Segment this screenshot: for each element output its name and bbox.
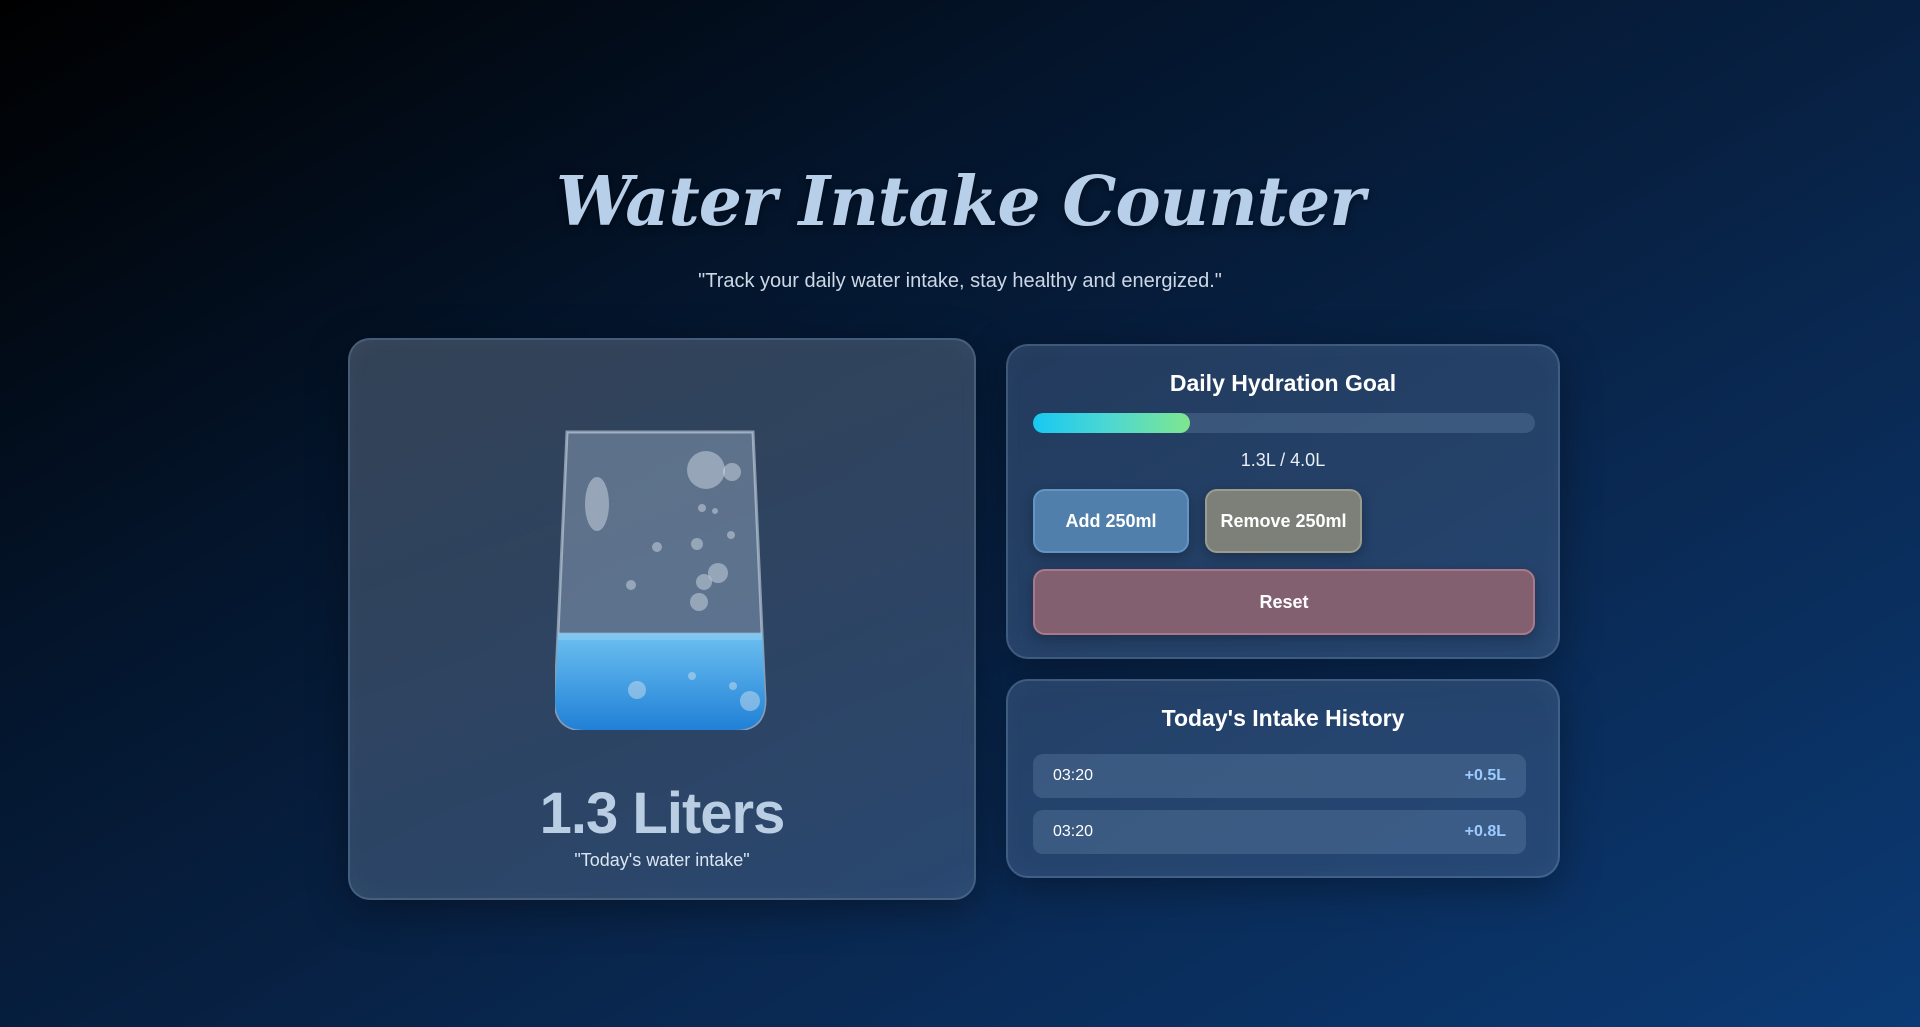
page-subtitle: "Track your daily water intake, stay hea… [698, 270, 1222, 292]
glass-panel: 1.3 Liters "Today's water intake" [348, 338, 976, 900]
add-250ml-button[interactable]: Add 250ml [1033, 489, 1189, 553]
goal-panel: Daily Hydration Goal 1.3L / 4.0L Add 250… [1006, 344, 1560, 659]
total-intake-caption: "Today's water intake" [574, 850, 750, 870]
water-glass-icon [555, 430, 775, 730]
history-title: Today's Intake History [1161, 705, 1405, 731]
total-intake-value: 1.3 Liters [539, 781, 786, 846]
history-panel: Today's Intake History 03:20 +0.5L 03:20… [1006, 679, 1560, 878]
remove-250ml-button[interactable]: Remove 250ml [1205, 489, 1362, 553]
history-amount: +0.5L [1464, 767, 1506, 784]
history-amount: +0.8L [1464, 823, 1506, 840]
goal-title: Daily Hydration Goal [1169, 370, 1397, 396]
history-time: 03:20 [1053, 767, 1094, 784]
history-time: 03:20 [1053, 823, 1094, 840]
goal-progress-text: 1.3L / 4.0L [1240, 450, 1326, 470]
history-row: 03:20 +0.8L [1033, 810, 1526, 854]
goal-progress-fill [1033, 413, 1190, 433]
reset-button[interactable]: Reset [1033, 569, 1535, 635]
page-title: Water Intake Counter [555, 162, 1365, 242]
goal-progress-bar [1033, 413, 1535, 433]
history-row: 03:20 +0.5L [1033, 754, 1526, 798]
water-level [555, 633, 765, 730]
